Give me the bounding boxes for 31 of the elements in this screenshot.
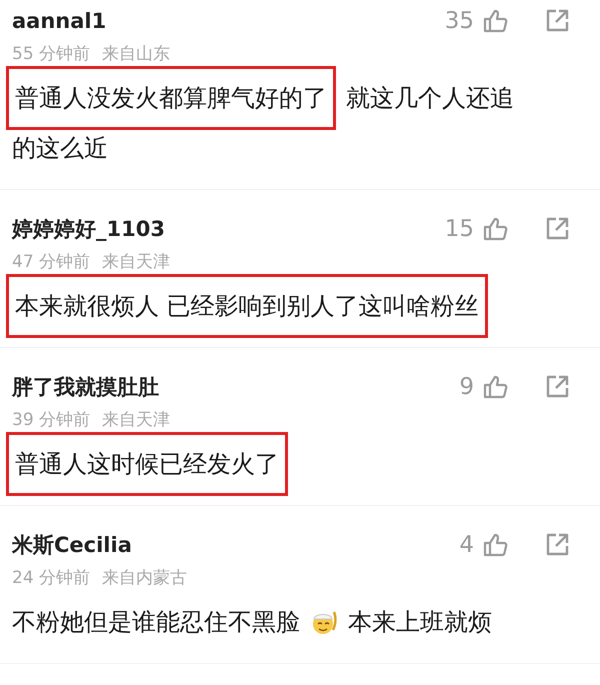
like-count: 35	[444, 8, 474, 34]
thumbs-up-icon[interactable]	[482, 532, 508, 558]
comment-text: 的这么近	[12, 133, 108, 164]
username[interactable]: 婷婷婷好_1103	[12, 215, 165, 243]
highlighted-text: 普通人这时候已经发火了	[6, 432, 288, 496]
comment-location: 来自天津	[102, 409, 170, 431]
comment-time: 39 分钟前	[12, 409, 90, 431]
like-count: 15	[444, 216, 474, 242]
comment-location: 来自山东	[102, 43, 170, 65]
comment-time: 55 分钟前	[12, 43, 90, 65]
share-icon[interactable]	[544, 216, 570, 242]
comment-location: 来自天津	[102, 251, 170, 273]
highlighted-text: 本来就很烦人 已经影响到别人了这叫啥粉丝	[6, 274, 488, 338]
username[interactable]: 胖了我就摸肚肚	[12, 373, 159, 401]
comment-location: 来自内蒙古	[102, 567, 188, 589]
share-icon[interactable]	[544, 374, 570, 400]
thumbs-up-icon[interactable]	[482, 216, 508, 242]
comment-text: 不粉她但是谁能忍住不黑脸	[12, 607, 300, 638]
thumbs-up-icon[interactable]	[482, 8, 508, 34]
share-icon[interactable]	[544, 8, 570, 34]
comment-time: 47 分钟前	[12, 251, 90, 273]
comment-text: 本来上班就烦	[348, 607, 492, 638]
highlighted-text: 普通人没发火都算脾气好的了	[6, 66, 336, 130]
comment-text: 就这几个人还追	[346, 83, 514, 114]
comment-time: 24 分钟前	[12, 567, 90, 589]
like-count: 9	[459, 374, 474, 400]
share-icon[interactable]	[544, 532, 570, 558]
like-count: 4	[459, 532, 474, 558]
thumbs-up-icon[interactable]	[482, 374, 508, 400]
username[interactable]: aannal1	[12, 9, 106, 33]
username[interactable]: 米斯Cecilia	[12, 531, 132, 559]
